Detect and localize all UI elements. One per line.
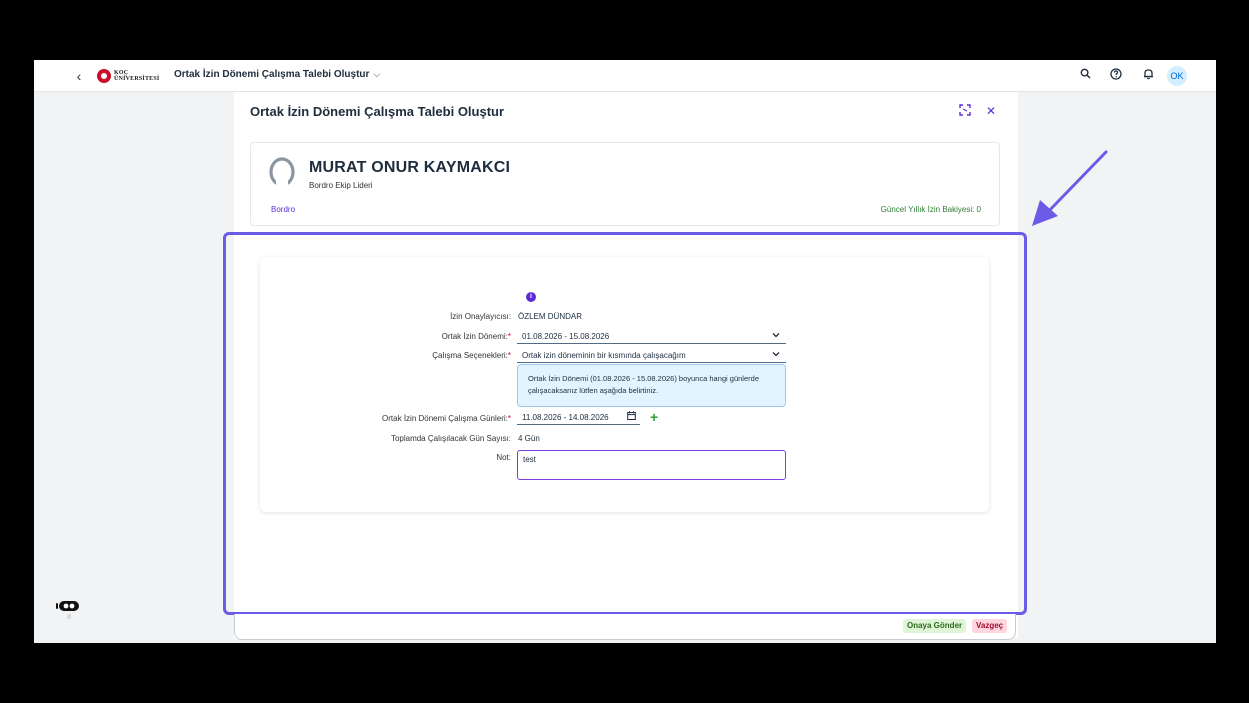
logo-mark-icon: [97, 69, 111, 83]
person-placeholder-icon: [269, 157, 295, 187]
university-logo[interactable]: KOÇ ÜNİVERSİTESİ: [97, 68, 159, 84]
dialog-title: Ortak İzin Dönemi Çalışma Talebi Oluştur: [250, 104, 505, 119]
leave-balance: Güncel Yıllık İzin Bakiyesi: 0: [880, 205, 981, 214]
close-icon[interactable]: ✕: [984, 104, 998, 118]
employee-name: MURAT ONUR KAYMAKCI: [309, 159, 511, 176]
employee-role: Bordro Ekip Lideri: [309, 181, 373, 190]
back-button[interactable]: ‹: [72, 69, 86, 83]
pointer-arrow-icon: [1032, 150, 1108, 226]
user-avatar[interactable]: OK: [1167, 66, 1187, 86]
cancel-button[interactable]: Vazgeç: [972, 619, 1008, 633]
search-icon[interactable]: [1077, 68, 1093, 84]
shell-bar: ‹ KOÇ ÜNİVERSİTESİ Ortak İzin Dönemi Çal…: [34, 60, 1216, 92]
help-icon[interactable]: [1108, 68, 1124, 84]
dialog-footer: Onaya Gönder Vazgeç: [234, 614, 1016, 640]
app-title: Ortak İzin Dönemi Çalışma Talebi Oluştur: [174, 69, 370, 80]
app-title-menu[interactable]: Ortak İzin Dönemi Çalışma Talebi Oluştur…: [174, 69, 380, 80]
app-screen: ‹ KOÇ ÜNİVERSİTESİ Ortak İzin Dönemi Çal…: [34, 60, 1216, 643]
highlight-frame: [223, 232, 1027, 615]
department-link[interactable]: Bordro: [271, 205, 295, 214]
submit-for-approval-button[interactable]: Onaya Gönder: [903, 619, 967, 633]
assistant-bot-icon[interactable]: [56, 598, 82, 620]
bell-icon[interactable]: [1140, 68, 1156, 84]
logo-line-2: ÜNİVERSİTESİ: [114, 76, 160, 82]
fullscreen-icon[interactable]: [958, 104, 972, 118]
employee-header-card: MURAT ONUR KAYMAKCI Bordro Ekip Lideri B…: [250, 142, 1000, 226]
chevron-down-icon: ⌵: [373, 69, 381, 79]
